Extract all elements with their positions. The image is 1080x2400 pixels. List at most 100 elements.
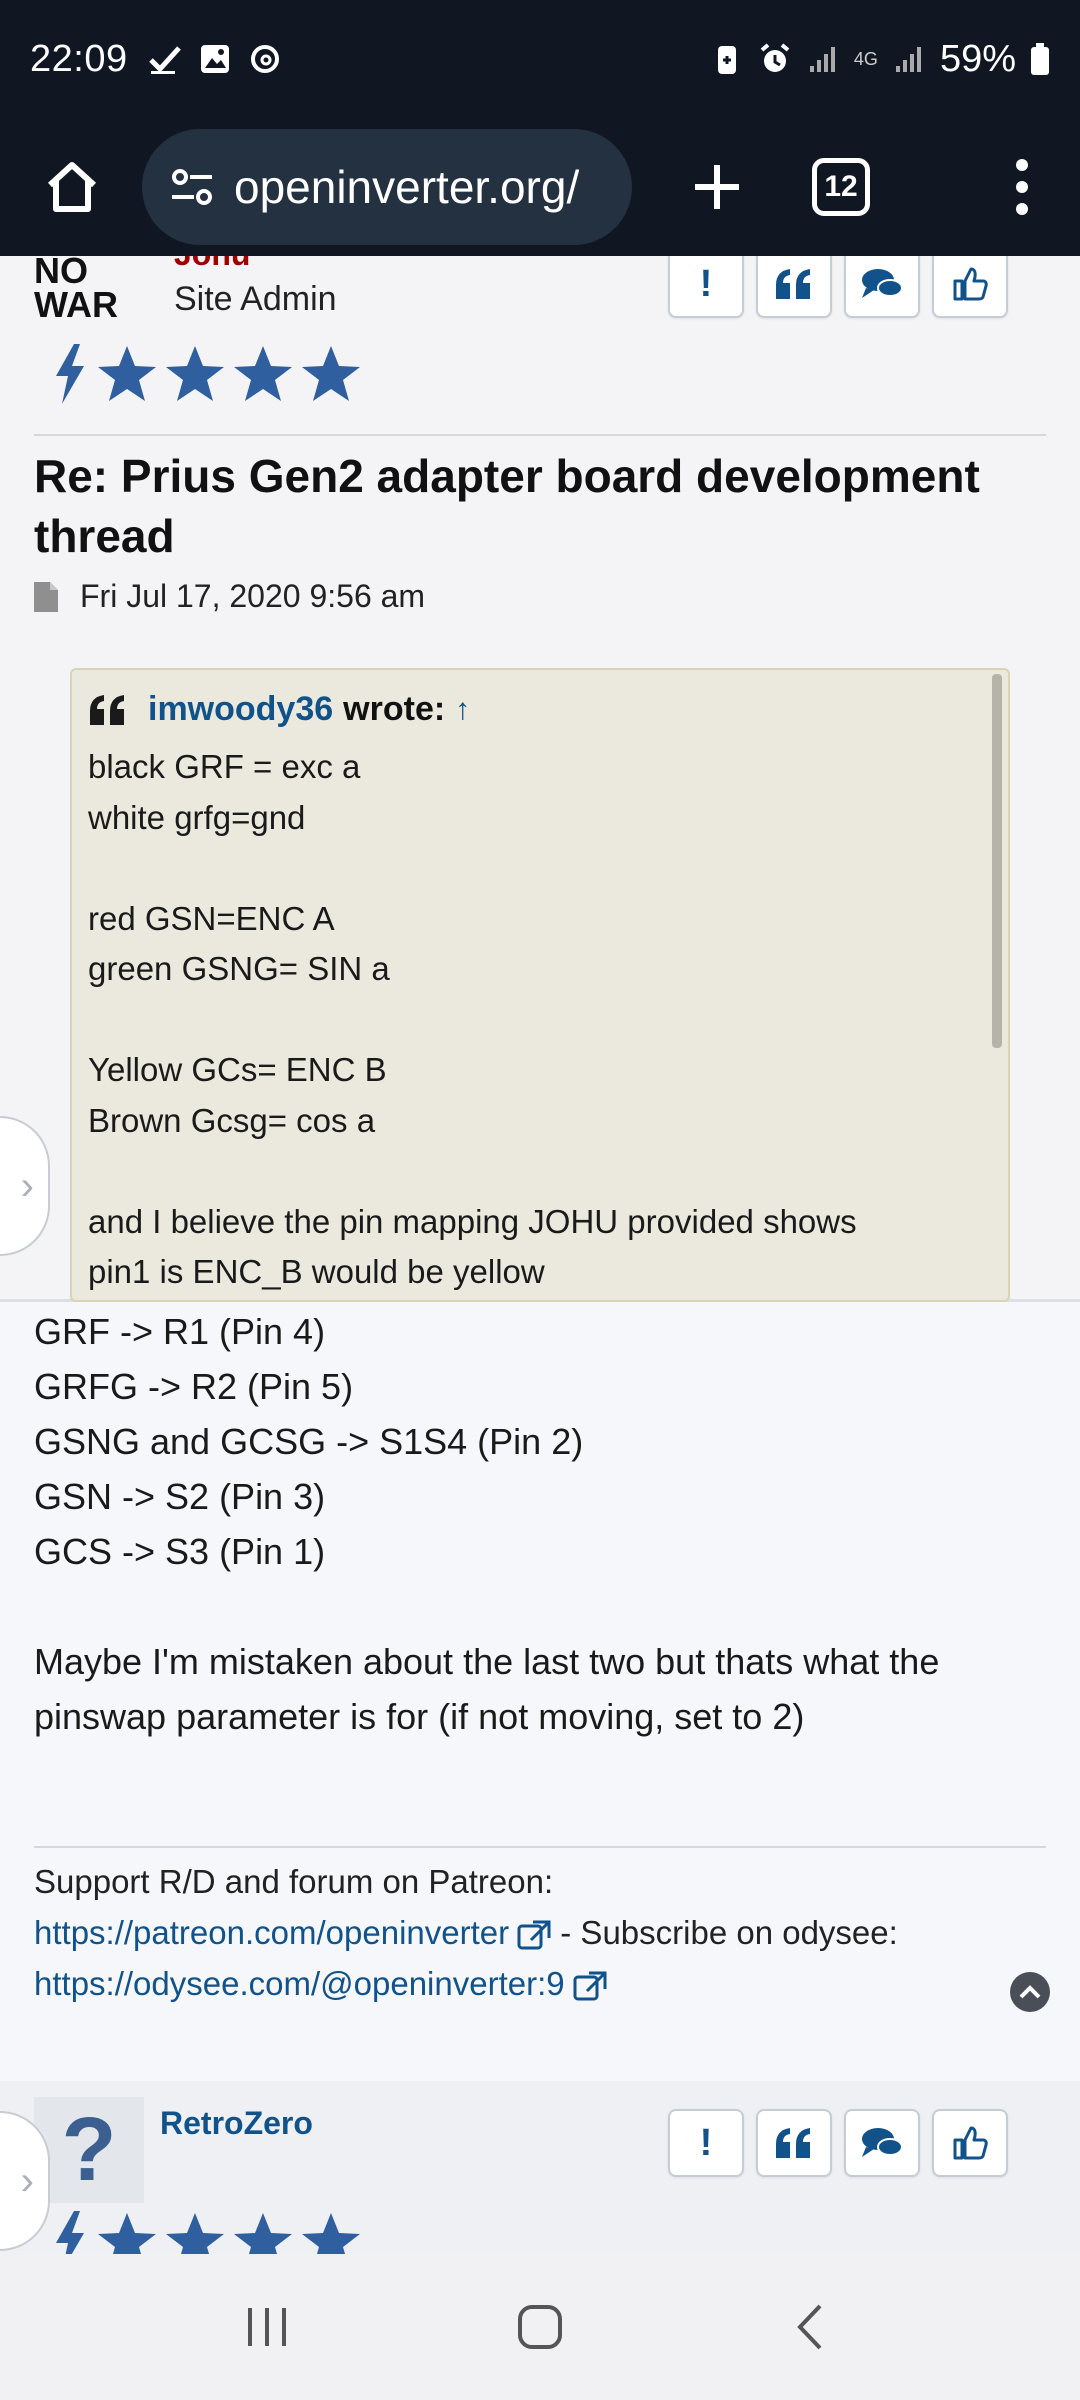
star-icon <box>166 346 224 401</box>
document-icon[interactable] <box>34 581 58 612</box>
quote-icon <box>776 269 810 299</box>
quote-text: black GRF = exc a white grfg=gnd red GSN… <box>88 742 857 1298</box>
rank-stars <box>50 2209 362 2254</box>
system-navigation-bar <box>0 2254 1080 2400</box>
signature-divider <box>34 1846 1046 1848</box>
more-vert-icon <box>1016 159 1028 215</box>
quote-scrollbar[interactable] <box>992 674 1002 1048</box>
forum-post: NO WAR Johu Site Admin ! Re: Prius Gen <box>0 256 1080 1737</box>
quote-icon <box>776 2128 810 2158</box>
star-icon <box>234 2213 292 2254</box>
status-right: 4G 59% <box>710 38 1050 81</box>
address-bar[interactable]: openinverter.org/ <box>142 129 632 245</box>
home-icon <box>47 162 97 212</box>
external-link-icon <box>517 1920 551 1950</box>
avatar[interactable]: NO WAR <box>34 256 134 344</box>
battery-icon <box>1031 43 1049 75</box>
quote-button[interactable] <box>756 2109 832 2177</box>
poster-username[interactable]: RetroZero <box>160 2105 313 2142</box>
post-body: GRF -> R1 (Pin 4) GRFG -> R2 (Pin 5) GSN… <box>34 1304 1044 1744</box>
post-actions: ! <box>668 2109 1008 2177</box>
star-icon <box>98 346 156 401</box>
image-icon <box>200 45 229 73</box>
post-divider <box>34 434 1046 436</box>
site-settings-icon <box>172 169 212 205</box>
home-button[interactable] <box>24 139 120 235</box>
like-button[interactable] <box>932 256 1008 318</box>
star-icon <box>234 346 292 401</box>
rank-stars <box>50 342 362 406</box>
chevron-right-icon: › <box>20 2158 34 2203</box>
back-to-top-button[interactable] <box>1010 1972 1050 2012</box>
body-line: GCS -> S3 (Pin 1) <box>34 1531 326 1572</box>
url-text: openinverter.org/ <box>234 161 580 213</box>
signature-text: - Subscribe on odysee: <box>551 1914 898 1951</box>
avatar-text: WAR <box>34 284 118 325</box>
browser-toolbar: openinverter.org/ 12 <box>0 118 1080 256</box>
private-message-button[interactable] <box>844 256 920 318</box>
post-title[interactable]: Re: Prius Gen2 adapter board development… <box>34 446 1034 566</box>
exclamation-icon: ! <box>699 2121 713 2164</box>
back-button[interactable] <box>768 2282 858 2372</box>
comments-icon <box>862 269 903 298</box>
post-date: Fri Jul 17, 2020 9:56 am <box>80 578 426 614</box>
quote-line: red GSN=ENC A <box>88 899 335 937</box>
signature: Support R/D and forum on Patreon: https:… <box>34 1856 1034 2009</box>
threads-icon <box>250 45 279 73</box>
overflow-menu-button[interactable] <box>1002 142 1042 232</box>
notification-icons <box>148 42 282 76</box>
quote-line: green GSNG= SIN a <box>88 950 390 987</box>
private-message-button[interactable] <box>844 2109 920 2177</box>
like-button[interactable] <box>932 2109 1008 2177</box>
new-tab-button[interactable] <box>672 142 762 232</box>
home-nav-button[interactable] <box>495 2282 585 2372</box>
odysee-link[interactable]: https://odysee.com/@openinverter:9 <box>34 1965 565 2002</box>
status-time: 22:09 <box>30 37 128 80</box>
quote-line: Brown Gcsg= cos a <box>88 1101 376 1139</box>
tab-switcher-button[interactable]: 12 <box>812 158 870 216</box>
body-line: GSN -> S2 (Pin 3) <box>34 1476 326 1517</box>
report-button[interactable]: ! <box>668 256 744 318</box>
status-bar: 22:09 4G 59% <box>0 0 1080 118</box>
post-meta: Fri Jul 17, 2020 9:56 am <box>34 578 425 615</box>
signal-icon <box>895 47 921 72</box>
quote-icon <box>90 694 124 725</box>
quote-header: imwoody36 wrote: ↑ <box>88 690 470 729</box>
signal-icon <box>809 47 835 72</box>
plus-icon <box>695 165 739 209</box>
lightning-icon <box>56 2211 84 2254</box>
star-icon <box>98 2213 156 2254</box>
quote-source-link[interactable]: ↑ <box>455 693 470 727</box>
quote-line: white grfg=gnd <box>88 798 306 836</box>
quote-line: Yellow GCs= ENC B <box>88 1051 387 1088</box>
recent-apps-button[interactable] <box>222 2282 312 2372</box>
report-button[interactable]: ! <box>668 2109 744 2177</box>
thumbs-up-icon <box>953 267 988 301</box>
star-icon <box>166 2213 224 2254</box>
quote-line: pin1 is ENC_B would be yellow <box>88 1253 545 1290</box>
quote-line <box>88 843 857 894</box>
quote-line: and I believe the pin mapping JOHU provi… <box>88 1202 857 1240</box>
body-line: GSNG and GCSG -> S1S4 (Pin 2) <box>34 1421 584 1462</box>
home-square-icon <box>517 2305 562 2349</box>
network-type: 4G <box>853 48 878 69</box>
body-line: GRF -> R1 (Pin 4) <box>34 1311 326 1352</box>
quote-block: imwoody36 wrote: ↑ black GRF = exc a whi… <box>70 668 1010 1302</box>
star-icon <box>302 346 360 401</box>
quote-line: black GRF = exc a <box>88 748 361 785</box>
quote-author-link[interactable]: imwoody36 <box>148 690 333 729</box>
recents-icon <box>247 2308 286 2346</box>
patreon-link[interactable]: https://patreon.com/openinverter <box>34 1914 509 1951</box>
external-link-icon <box>573 1971 607 2001</box>
quote-line <box>88 995 857 1046</box>
back-chevron-icon <box>797 2304 822 2350</box>
poster-username[interactable]: Johu <box>174 256 250 273</box>
quote-button[interactable] <box>756 256 832 318</box>
signature-line: Support R/D and forum on Patreon: <box>34 1863 554 1900</box>
poster-rank: Site Admin <box>174 280 337 318</box>
comments-icon <box>862 2128 903 2157</box>
body-line: Maybe I'm mistaken about the last two bu… <box>34 1641 940 1737</box>
avatar[interactable]: ? <box>34 2097 144 2203</box>
star-icon <box>302 2213 360 2254</box>
body-line <box>34 1579 1044 1634</box>
